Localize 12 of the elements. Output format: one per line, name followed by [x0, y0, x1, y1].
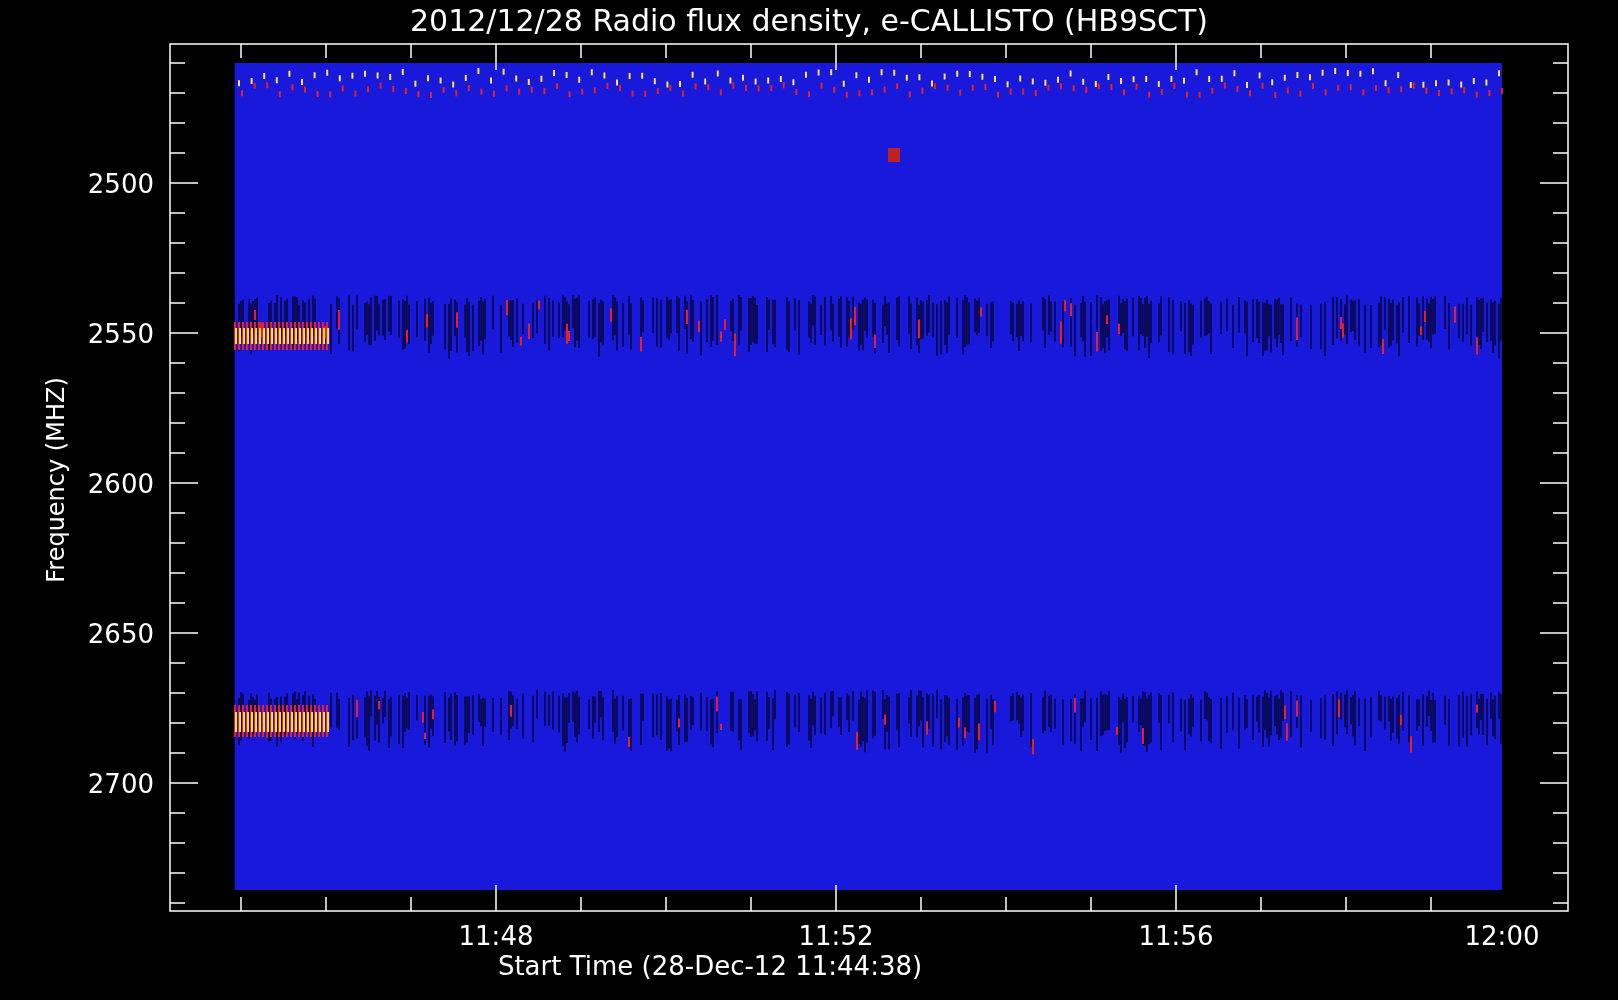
axis-tick-label: 12:00 — [1464, 921, 1540, 951]
axis-tick-label: 11:48 — [458, 921, 534, 951]
chart-title: 2012/12/28 Radio flux density, e-CALLISTO (HB9SCT) — [410, 3, 1208, 38]
x-axis-title: Start Time (28-Dec-12 11:44:38) — [497, 951, 923, 981]
axis-tick-label: 11:56 — [1138, 921, 1214, 951]
axis-tick-label: 2600 — [87, 469, 154, 499]
y-axis-title: Frequency (MHZ) — [42, 377, 70, 583]
axis-tick-label: 2700 — [87, 769, 154, 799]
axis-tick-label: 2550 — [87, 319, 154, 349]
axis-tick-label: 2650 — [87, 619, 154, 649]
axis-tick-label: 2500 — [87, 169, 154, 199]
axis-tick-label: 11:52 — [798, 921, 874, 951]
